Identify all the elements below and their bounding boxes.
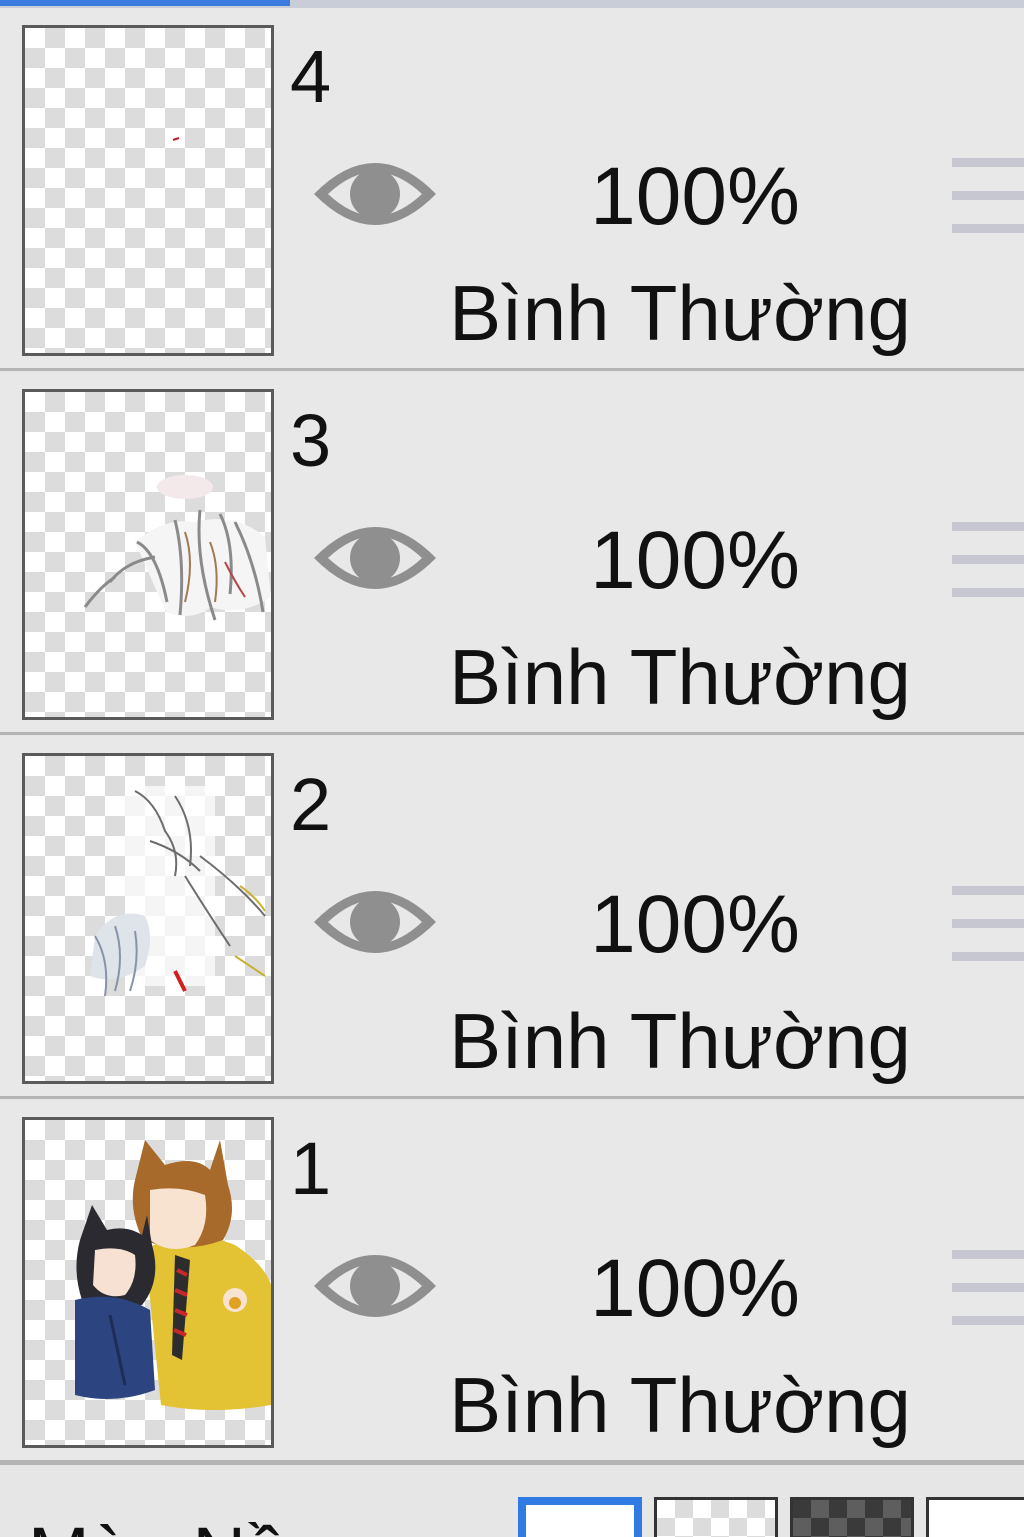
layer-1-thumbnail-art [75, 1140, 271, 1410]
layer-thumbnail[interactable] [22, 25, 274, 356]
active-tab-indicator [0, 0, 290, 6]
swatch-light-checker[interactable] [654, 1497, 778, 1537]
layer-number: 1 [290, 1127, 332, 1210]
layer-number: 4 [290, 35, 332, 118]
eye-icon[interactable] [310, 146, 440, 242]
background-color-bar: Màu Nền [0, 1462, 1024, 1537]
layer-opacity[interactable]: 100% [560, 1248, 830, 1330]
layer-blend-mode[interactable]: Bình Thường [440, 274, 920, 352]
layer-blend-mode[interactable]: Bình Thường [440, 1002, 920, 1080]
eye-icon[interactable] [310, 874, 440, 970]
layer-thumbnail[interactable] [22, 1117, 274, 1448]
layer-2-thumbnail-art [90, 786, 266, 997]
layer-row-1[interactable]: 1 100% Bình Thường [0, 1100, 1024, 1463]
drag-handle-icon[interactable] [952, 886, 1024, 966]
layer-blend-mode[interactable]: Bình Thường [440, 638, 920, 716]
layer-blend-mode[interactable]: Bình Thường [440, 1366, 920, 1444]
layer-opacity[interactable]: 100% [560, 884, 830, 966]
layer-thumbnail[interactable] [22, 753, 274, 1084]
layer-4-thumbnail-art [172, 137, 180, 141]
layer-row-3[interactable]: 3 100% Bình Thường [0, 372, 1024, 735]
swatch-none[interactable] [926, 1497, 1024, 1537]
layer-number: 2 [290, 763, 332, 846]
layer-opacity[interactable]: 100% [560, 156, 830, 238]
layer-3-thumbnail-art [83, 475, 271, 621]
drag-handle-icon[interactable] [952, 158, 1024, 238]
panel-top-tab-strip [0, 0, 1024, 8]
swatch-white[interactable] [518, 1497, 642, 1537]
drag-handle-icon[interactable] [952, 1250, 1024, 1330]
background-color-label: Màu Nền [28, 1517, 328, 1537]
layer-number: 3 [290, 399, 332, 482]
layer-thumbnail[interactable] [22, 389, 274, 720]
layers-panel: 4 100% Bình Thường 3 100% Bình Thường 2 … [0, 0, 1024, 1537]
drag-handle-icon[interactable] [952, 522, 1024, 602]
eye-icon[interactable] [310, 510, 440, 606]
swatch-dark-checker[interactable] [790, 1497, 914, 1537]
layer-opacity[interactable]: 100% [560, 520, 830, 602]
layer-row-4[interactable]: 4 100% Bình Thường [0, 8, 1024, 371]
layer-row-2[interactable]: 2 100% Bình Thường [0, 736, 1024, 1099]
eye-icon[interactable] [310, 1238, 440, 1334]
